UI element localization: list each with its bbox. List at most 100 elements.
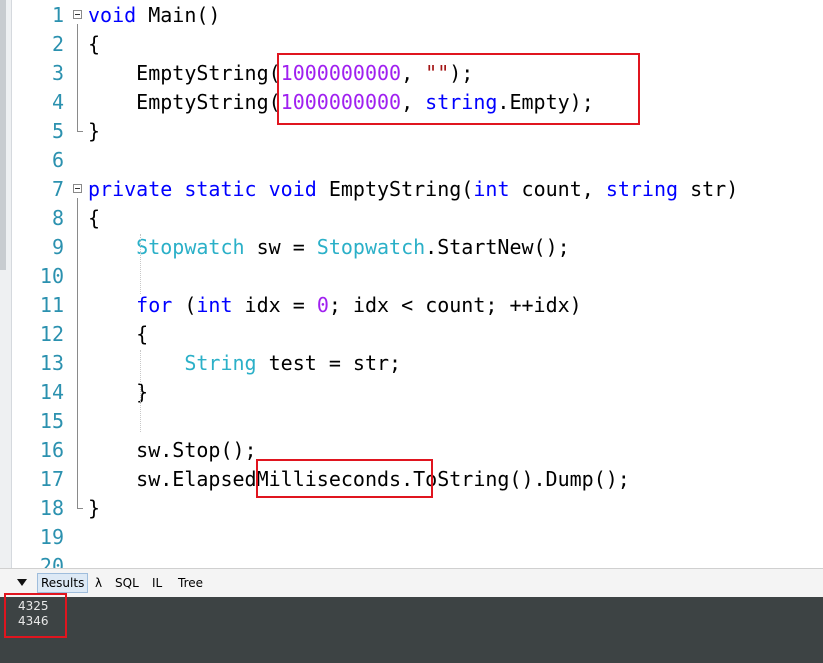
code-token: void <box>88 3 137 27</box>
line-number: 5 <box>51 119 64 143</box>
fold-toggle-icon[interactable] <box>73 10 82 19</box>
code-line: 11 for (int idx = 0; idx < count; ++idx) <box>0 291 823 320</box>
line-number: 6 <box>51 148 64 172</box>
tab-sql[interactable]: SQL <box>115 574 139 592</box>
code-line: 8{ <box>0 204 823 233</box>
code-token: ; idx < count; ++idx) <box>328 293 582 317</box>
code-text[interactable]: } <box>88 117 100 146</box>
code-text[interactable]: } <box>88 494 100 523</box>
tab-lambda[interactable]: λ <box>95 574 102 592</box>
code-line: 9 Stopwatch sw = Stopwatch.StartNew(); <box>0 233 823 262</box>
line-number: 2 <box>51 32 64 56</box>
fold-guide-main <box>77 24 78 131</box>
code-token: 0 <box>316 293 329 317</box>
code-token: EmptyString( <box>88 61 281 85</box>
code-token: for <box>136 293 173 317</box>
line-number: 18 <box>39 496 64 520</box>
results-panel: 4325 4346 <box>0 593 823 663</box>
code-token: Main() <box>136 3 221 27</box>
code-token: int <box>473 177 510 201</box>
code-token: EmptyString( <box>316 177 474 201</box>
code-text[interactable]: Stopwatch sw = Stopwatch.StartNew(); <box>88 233 570 262</box>
line-number: 14 <box>39 380 64 404</box>
code-line: 14 } <box>0 378 823 407</box>
line-number: 19 <box>39 525 64 549</box>
code-token: sw = <box>244 235 317 259</box>
code-line: 7 private static void EmptyString(int cou… <box>0 175 823 204</box>
code-line: 19 <box>0 523 823 552</box>
highlight-box-results <box>4 593 67 638</box>
line-number: 11 <box>39 293 64 317</box>
line-number: 10 <box>39 264 64 288</box>
line-number: 16 <box>39 438 64 462</box>
fold-end-emptystring <box>77 508 83 509</box>
code-token: } <box>88 496 101 520</box>
code-text[interactable]: private static void EmptyString(int coun… <box>88 175 738 204</box>
line-number: 9 <box>51 235 64 259</box>
code-token: void <box>268 177 317 201</box>
line-number: 17 <box>39 467 64 491</box>
code-token: sw.Stop(); <box>88 438 257 462</box>
output-tab-bar: Results λ SQL IL Tree <box>0 568 823 598</box>
code-text[interactable]: { <box>88 30 100 59</box>
fold-end-main <box>77 131 83 132</box>
code-line: 20 <box>0 552 823 568</box>
code-line: 12 { <box>0 320 823 349</box>
code-token: Stopwatch <box>136 235 245 259</box>
collapse-triangle-icon[interactable] <box>17 579 27 586</box>
code-line: 10 <box>0 262 823 291</box>
line-number: 3 <box>51 61 64 85</box>
code-line: 6 <box>0 146 823 175</box>
code-token: { <box>88 206 101 230</box>
line-number: 4 <box>51 90 64 114</box>
indent-guide <box>140 350 141 432</box>
code-token: } <box>88 119 101 143</box>
code-line: 15 <box>0 407 823 436</box>
code-token: Stopwatch <box>316 235 426 259</box>
code-token: str) <box>678 177 739 201</box>
code-token: static <box>184 177 257 201</box>
code-token: string <box>605 177 679 201</box>
fold-toggle-icon[interactable] <box>73 184 82 193</box>
line-number: 12 <box>39 322 64 346</box>
indent-guide <box>140 234 141 294</box>
line-number: 8 <box>51 206 64 230</box>
line-number: 20 <box>39 554 64 568</box>
tab-tree[interactable]: Tree <box>178 574 203 592</box>
line-number: 15 <box>39 409 64 433</box>
line-number: 1 <box>51 3 64 27</box>
code-text[interactable]: for (int idx = 0; idx < count; ++idx) <box>88 291 582 320</box>
highlight-box-elapsed <box>256 459 433 498</box>
highlight-box-arguments <box>277 53 640 125</box>
code-token: { <box>88 322 149 346</box>
code-token: count, <box>509 177 606 201</box>
fold-guide-emptystring <box>77 198 78 508</box>
line-number: 13 <box>39 351 64 375</box>
code-token: String <box>184 351 257 375</box>
code-line: 13 String test = str; <box>0 349 823 378</box>
code-text[interactable]: void Main() <box>88 1 220 30</box>
tab-results[interactable]: Results <box>37 573 89 593</box>
code-line: 18} <box>0 494 823 523</box>
code-token: EmptyString( <box>88 90 281 114</box>
tab-il[interactable]: IL <box>152 574 162 592</box>
code-token: private <box>88 177 173 201</box>
code-text[interactable]: String test = str; <box>88 349 401 378</box>
code-editor[interactable]: 1 void Main() 2{3 EmptyString(1000000000, … <box>0 0 823 568</box>
code-token: int <box>196 293 233 317</box>
code-line: 1 void Main() <box>0 1 823 30</box>
code-token: .StartNew(); <box>425 235 570 259</box>
line-number: 7 <box>51 177 64 201</box>
code-token: idx = <box>232 293 317 317</box>
code-text[interactable]: { <box>88 320 148 349</box>
code-text[interactable]: { <box>88 204 100 233</box>
code-text[interactable]: sw.Stop(); <box>88 436 257 465</box>
code-token: { <box>88 32 101 56</box>
code-token: test = str; <box>256 351 402 375</box>
code-token: ( <box>172 293 197 317</box>
